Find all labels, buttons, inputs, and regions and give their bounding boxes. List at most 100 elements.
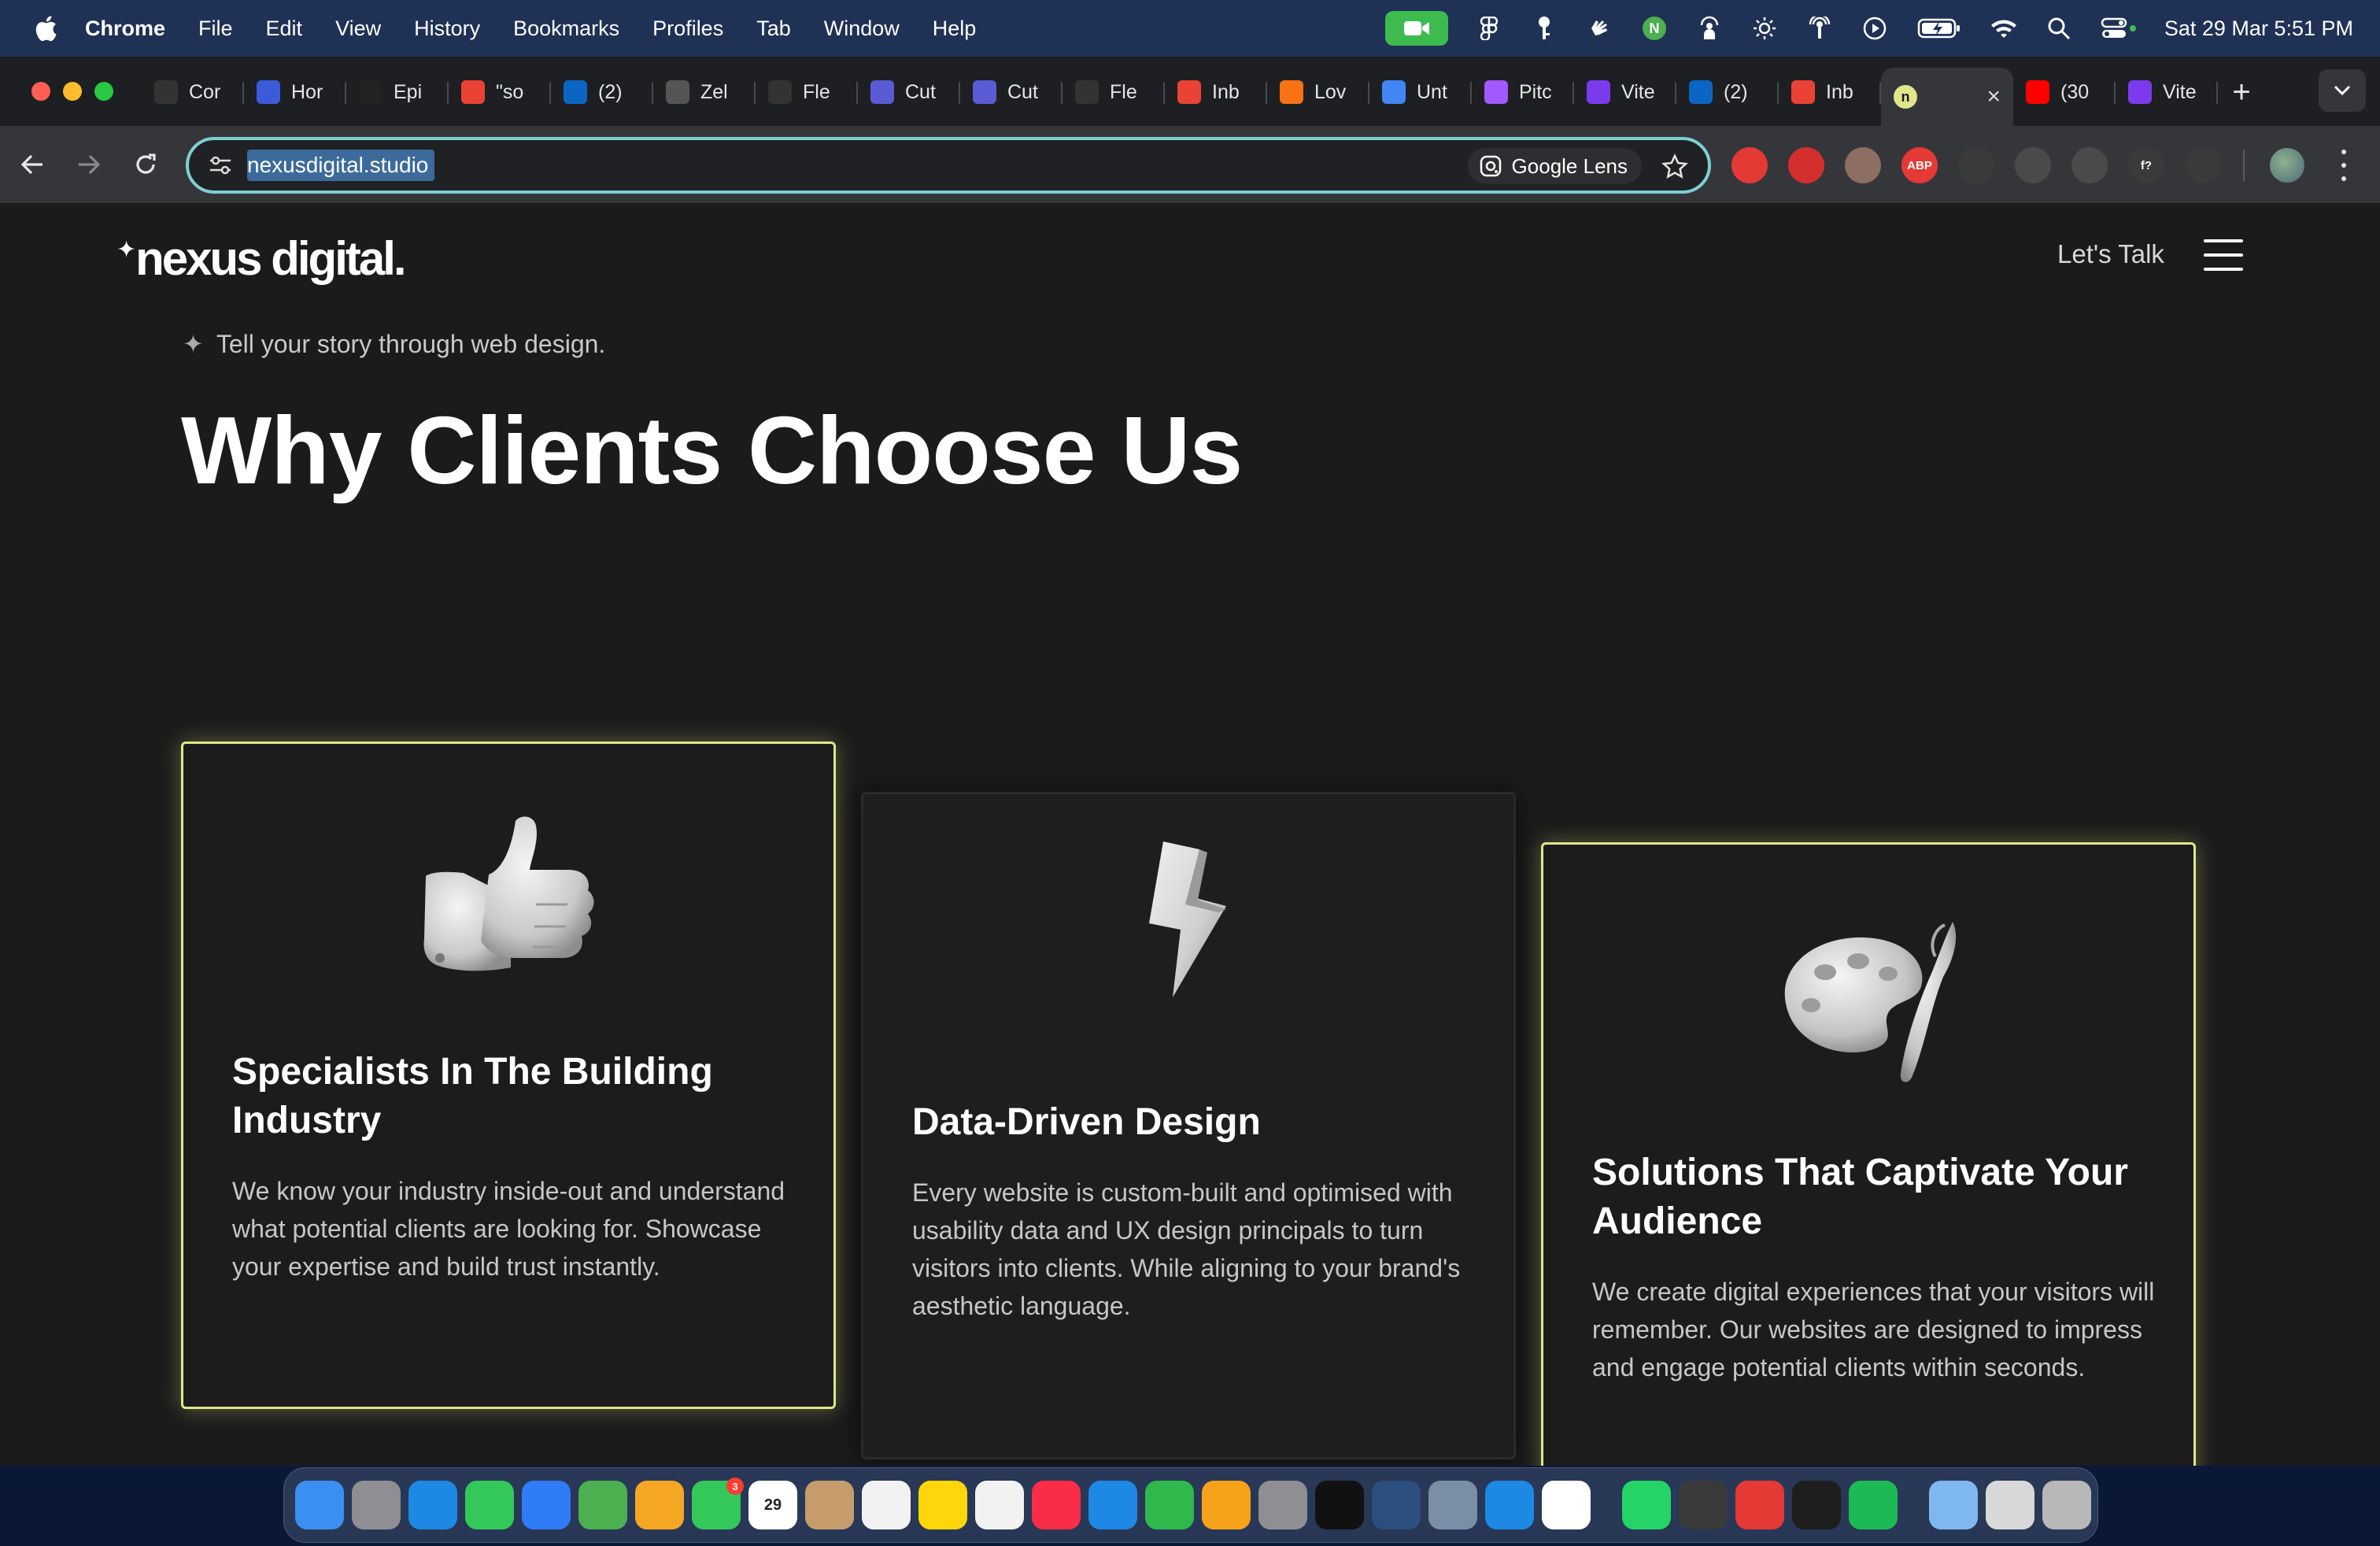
browser-tab[interactable]: Epi — [346, 68, 449, 117]
folder-icon[interactable] — [1929, 1481, 1978, 1529]
browser-tab[interactable]: Cut — [858, 68, 960, 117]
apple-icon[interactable] — [30, 13, 61, 44]
profile-avatar[interactable] — [2270, 148, 2304, 183]
eyedropper-icon[interactable] — [1958, 147, 1994, 183]
acrobat-icon[interactable] — [1735, 1481, 1784, 1529]
n-app-icon[interactable]: N — [1640, 14, 1669, 43]
google-lens-button[interactable]: Google Lens — [1467, 148, 1642, 184]
new-tab-button[interactable]: + — [2218, 68, 2265, 117]
address-bar[interactable]: Google Lens — [186, 137, 1711, 194]
settings-icon[interactable] — [1258, 1481, 1307, 1529]
hand-stop-icon[interactable] — [1788, 147, 1824, 183]
figma-icon[interactable] — [1792, 1481, 1841, 1529]
browser-tab[interactable]: Fle — [756, 68, 858, 117]
browser-tab[interactable]: n × — [1881, 68, 2013, 126]
terminal-icon[interactable] — [1315, 1481, 1364, 1529]
calendar-icon[interactable]: 29 — [748, 1481, 797, 1529]
launchpad-icon[interactable] — [352, 1481, 401, 1529]
photos-icon[interactable] — [635, 1481, 684, 1529]
chrome-icon[interactable] — [1542, 1481, 1591, 1529]
compass-icon[interactable] — [2071, 147, 2108, 183]
back-button[interactable] — [14, 146, 50, 183]
browser-tab[interactable]: (2) — [1676, 68, 1779, 117]
browser-tab[interactable]: Zel — [653, 68, 756, 117]
hand-icon[interactable] — [1585, 14, 1613, 43]
menu-tab[interactable]: Tab — [756, 17, 791, 41]
keynote-icon[interactable] — [1088, 1481, 1137, 1529]
browser-tab[interactable]: Cor — [142, 68, 244, 117]
person-broadcast-icon[interactable] — [1695, 14, 1724, 43]
menu-edit[interactable]: Edit — [266, 17, 303, 41]
site-logo[interactable]: ✦nexus digital. — [116, 231, 407, 286]
menu-help[interactable]: Help — [933, 17, 977, 41]
figma-icon[interactable] — [1475, 14, 1503, 43]
menu-app-name[interactable]: Chrome — [85, 17, 165, 41]
forward-button[interactable] — [71, 146, 107, 183]
browser-tab[interactable]: Cut — [960, 68, 1062, 117]
control-center-icon[interactable] — [2100, 14, 2138, 43]
lets-talk-link[interactable]: Let's Talk — [2057, 239, 2164, 269]
puzzle-icon[interactable] — [2185, 147, 2221, 183]
stack-icon[interactable] — [1986, 1481, 2034, 1529]
menu-view[interactable]: View — [335, 17, 381, 41]
menu-file[interactable]: File — [198, 17, 233, 41]
music-icon[interactable] — [1032, 1481, 1081, 1529]
finder-icon[interactable] — [295, 1481, 344, 1529]
url-input[interactable] — [247, 153, 1270, 178]
browser-tab[interactable]: Fle — [1062, 68, 1165, 117]
browser-tab[interactable]: (2) — [551, 68, 653, 117]
whatsapp-icon[interactable] — [1622, 1481, 1671, 1529]
messages-icon[interactable] — [465, 1481, 514, 1529]
tab-search-button[interactable] — [2319, 69, 2366, 112]
reload-button[interactable] — [128, 146, 164, 183]
numbers-icon[interactable] — [1145, 1481, 1194, 1529]
notes-icon[interactable] — [918, 1481, 967, 1529]
freeform-icon[interactable] — [975, 1481, 1024, 1529]
brightness-icon[interactable] — [1750, 14, 1779, 43]
browser-tab[interactable]: Unt — [1369, 68, 1472, 117]
menu-bar-clock[interactable]: Sat 29 Mar 5:51 PM — [2164, 17, 2353, 41]
browser-tab[interactable]: Inb — [1779, 68, 1881, 117]
play-circle-icon[interactable] — [1861, 14, 1889, 43]
preview-icon[interactable] — [1428, 1481, 1477, 1529]
menu-history[interactable]: History — [414, 17, 480, 41]
site-info-icon[interactable] — [206, 151, 235, 179]
menu-window[interactable]: Window — [824, 17, 900, 41]
contacts-icon[interactable] — [805, 1481, 854, 1529]
font-icon[interactable]: f? — [2128, 147, 2164, 183]
glasses-icon[interactable] — [1845, 147, 1881, 183]
browser-tab[interactable]: Pitc — [1472, 68, 1574, 117]
minimize-window-button[interactable] — [63, 82, 82, 101]
safari-icon[interactable] — [408, 1481, 457, 1529]
mysql-icon[interactable] — [1372, 1481, 1421, 1529]
pages-icon[interactable] — [1202, 1481, 1251, 1529]
facetime-icon[interactable] — [1384, 11, 1448, 46]
app-store-icon[interactable] — [1485, 1481, 1534, 1529]
reminders-icon[interactable] — [862, 1481, 911, 1529]
browser-tab[interactable]: Vite — [1574, 68, 1676, 117]
close-tab-icon[interactable]: × — [1986, 83, 2001, 110]
menu-bookmarks[interactable]: Bookmarks — [513, 17, 619, 41]
spotify-icon[interactable] — [1849, 1481, 1898, 1529]
pokeball-icon[interactable] — [1731, 147, 1768, 183]
key-icon[interactable] — [1530, 14, 1558, 43]
browser-tab[interactable]: "so — [449, 68, 551, 117]
chrome-menu-button[interactable] — [2334, 150, 2353, 181]
search-icon[interactable] — [2045, 14, 2073, 43]
mail-icon[interactable] — [522, 1481, 571, 1529]
wifi-icon[interactable] — [1990, 14, 2018, 43]
maps-icon[interactable] — [578, 1481, 627, 1529]
hamburger-menu-icon[interactable] — [2204, 239, 2243, 271]
adblock-icon[interactable]: ABP — [1901, 147, 1938, 183]
browser-tab[interactable]: Hor — [244, 68, 346, 117]
menu-profiles[interactable]: Profiles — [652, 17, 723, 41]
browser-tab[interactable]: (30 — [2013, 68, 2116, 117]
browser-tab[interactable]: Lov — [1267, 68, 1369, 117]
shield-icon[interactable] — [2015, 147, 2051, 183]
browser-tab[interactable]: Inb — [1165, 68, 1267, 117]
zoom-window-button[interactable] — [94, 82, 113, 101]
airdrop-icon[interactable] — [1805, 14, 1834, 43]
trash-icon[interactable] — [2042, 1481, 2091, 1529]
affinity-icon[interactable] — [1679, 1481, 1728, 1529]
close-window-button[interactable] — [31, 82, 50, 101]
